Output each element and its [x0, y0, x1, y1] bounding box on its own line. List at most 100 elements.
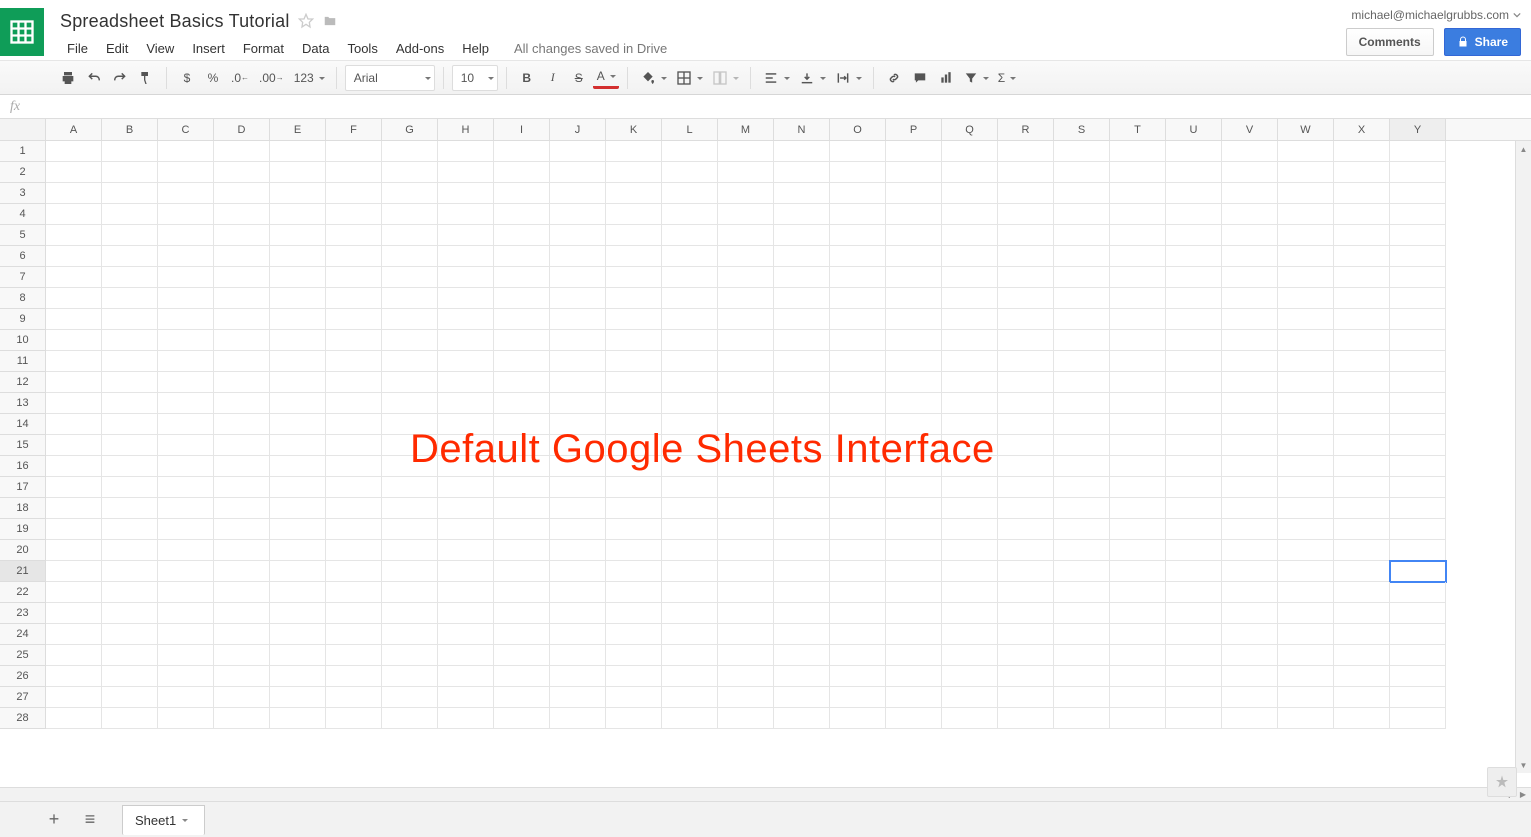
cell-Y18[interactable] — [1390, 498, 1446, 519]
cell-X5[interactable] — [1334, 225, 1390, 246]
cell-Y5[interactable] — [1390, 225, 1446, 246]
cell-N24[interactable] — [774, 624, 830, 645]
cell-N4[interactable] — [774, 204, 830, 225]
cell-S21[interactable] — [1054, 561, 1110, 582]
cell-P10[interactable] — [886, 330, 942, 351]
cell-Q27[interactable] — [942, 687, 998, 708]
cell-V17[interactable] — [1222, 477, 1278, 498]
cell-H2[interactable] — [438, 162, 494, 183]
cell-F24[interactable] — [326, 624, 382, 645]
cell-K28[interactable] — [606, 708, 662, 729]
cell-M28[interactable] — [718, 708, 774, 729]
cell-V5[interactable] — [1222, 225, 1278, 246]
cell-I19[interactable] — [494, 519, 550, 540]
row-header-1[interactable]: 1 — [0, 141, 46, 162]
cell-D11[interactable] — [214, 351, 270, 372]
cell-Q26[interactable] — [942, 666, 998, 687]
col-header-Y[interactable]: Y — [1390, 119, 1446, 140]
cell-E12[interactable] — [270, 372, 326, 393]
cell-O15[interactable] — [830, 435, 886, 456]
cell-T8[interactable] — [1110, 288, 1166, 309]
cell-U27[interactable] — [1166, 687, 1222, 708]
cell-K16[interactable] — [606, 456, 662, 477]
cell-L22[interactable] — [662, 582, 718, 603]
cell-I23[interactable] — [494, 603, 550, 624]
cell-V24[interactable] — [1222, 624, 1278, 645]
cell-D15[interactable] — [214, 435, 270, 456]
cell-J15[interactable] — [550, 435, 606, 456]
text-wrap-button[interactable] — [831, 65, 865, 91]
cell-W24[interactable] — [1278, 624, 1334, 645]
cell-W17[interactable] — [1278, 477, 1334, 498]
currency-button[interactable]: $ — [175, 65, 199, 91]
cell-W13[interactable] — [1278, 393, 1334, 414]
cell-Q22[interactable] — [942, 582, 998, 603]
cell-R21[interactable] — [998, 561, 1054, 582]
cell-E7[interactable] — [270, 267, 326, 288]
cell-Y19[interactable] — [1390, 519, 1446, 540]
cell-Q5[interactable] — [942, 225, 998, 246]
cell-R26[interactable] — [998, 666, 1054, 687]
cell-G16[interactable] — [382, 456, 438, 477]
cell-K5[interactable] — [606, 225, 662, 246]
cell-C24[interactable] — [158, 624, 214, 645]
cell-X17[interactable] — [1334, 477, 1390, 498]
cell-X20[interactable] — [1334, 540, 1390, 561]
cell-G1[interactable] — [382, 141, 438, 162]
col-header-F[interactable]: F — [326, 119, 382, 140]
cell-F18[interactable] — [326, 498, 382, 519]
formula-input[interactable] — [20, 95, 1531, 118]
scroll-down-icon[interactable]: ▼ — [1516, 757, 1531, 773]
cell-V6[interactable] — [1222, 246, 1278, 267]
cell-P14[interactable] — [886, 414, 942, 435]
sheet-tab-1[interactable]: Sheet1 — [122, 805, 205, 835]
cell-M9[interactable] — [718, 309, 774, 330]
cell-I8[interactable] — [494, 288, 550, 309]
cell-J6[interactable] — [550, 246, 606, 267]
cell-R2[interactable] — [998, 162, 1054, 183]
cell-S16[interactable] — [1054, 456, 1110, 477]
cell-S8[interactable] — [1054, 288, 1110, 309]
cell-T9[interactable] — [1110, 309, 1166, 330]
cell-S26[interactable] — [1054, 666, 1110, 687]
cell-N17[interactable] — [774, 477, 830, 498]
cell-T1[interactable] — [1110, 141, 1166, 162]
cell-B28[interactable] — [102, 708, 158, 729]
col-header-J[interactable]: J — [550, 119, 606, 140]
col-header-T[interactable]: T — [1110, 119, 1166, 140]
cell-R4[interactable] — [998, 204, 1054, 225]
cell-F28[interactable] — [326, 708, 382, 729]
cell-W21[interactable] — [1278, 561, 1334, 582]
cell-T25[interactable] — [1110, 645, 1166, 666]
cell-Q1[interactable] — [942, 141, 998, 162]
cell-M27[interactable] — [718, 687, 774, 708]
cell-R8[interactable] — [998, 288, 1054, 309]
cell-N6[interactable] — [774, 246, 830, 267]
cell-T17[interactable] — [1110, 477, 1166, 498]
cell-N8[interactable] — [774, 288, 830, 309]
cell-G11[interactable] — [382, 351, 438, 372]
cell-W2[interactable] — [1278, 162, 1334, 183]
cell-C9[interactable] — [158, 309, 214, 330]
cell-F23[interactable] — [326, 603, 382, 624]
cell-V27[interactable] — [1222, 687, 1278, 708]
cell-K1[interactable] — [606, 141, 662, 162]
cell-W9[interactable] — [1278, 309, 1334, 330]
cell-F25[interactable] — [326, 645, 382, 666]
cell-Y17[interactable] — [1390, 477, 1446, 498]
cell-U23[interactable] — [1166, 603, 1222, 624]
cell-P20[interactable] — [886, 540, 942, 561]
insert-chart-button[interactable] — [934, 65, 958, 91]
cell-V25[interactable] — [1222, 645, 1278, 666]
cell-F5[interactable] — [326, 225, 382, 246]
cell-M22[interactable] — [718, 582, 774, 603]
cell-T20[interactable] — [1110, 540, 1166, 561]
cell-V3[interactable] — [1222, 183, 1278, 204]
percent-button[interactable]: % — [201, 65, 225, 91]
redo-button[interactable] — [108, 65, 132, 91]
cell-S17[interactable] — [1054, 477, 1110, 498]
cell-X6[interactable] — [1334, 246, 1390, 267]
cell-Y15[interactable] — [1390, 435, 1446, 456]
cell-E21[interactable] — [270, 561, 326, 582]
cell-I27[interactable] — [494, 687, 550, 708]
